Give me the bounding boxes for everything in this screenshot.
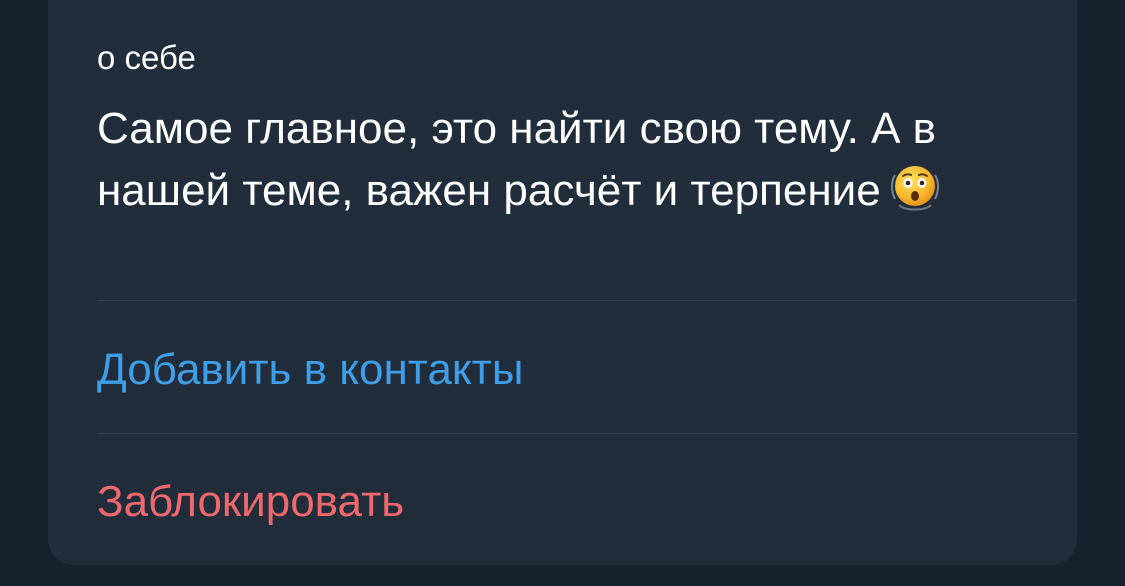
add-to-contacts-button[interactable]: Добавить в контакты xyxy=(97,345,523,395)
astonished-face-icon xyxy=(889,161,941,213)
divider xyxy=(97,300,1077,301)
block-user-button[interactable]: Заблокировать xyxy=(97,477,404,527)
about-text: Самое главное, это найти свою тему. А в … xyxy=(97,98,1057,222)
divider xyxy=(97,433,1077,434)
profile-info-card: о себе Самое главное, это найти свою тем… xyxy=(48,0,1077,565)
about-text-content: Самое главное, это найти свою тему. А в … xyxy=(97,104,937,215)
about-label: о себе xyxy=(97,39,196,76)
